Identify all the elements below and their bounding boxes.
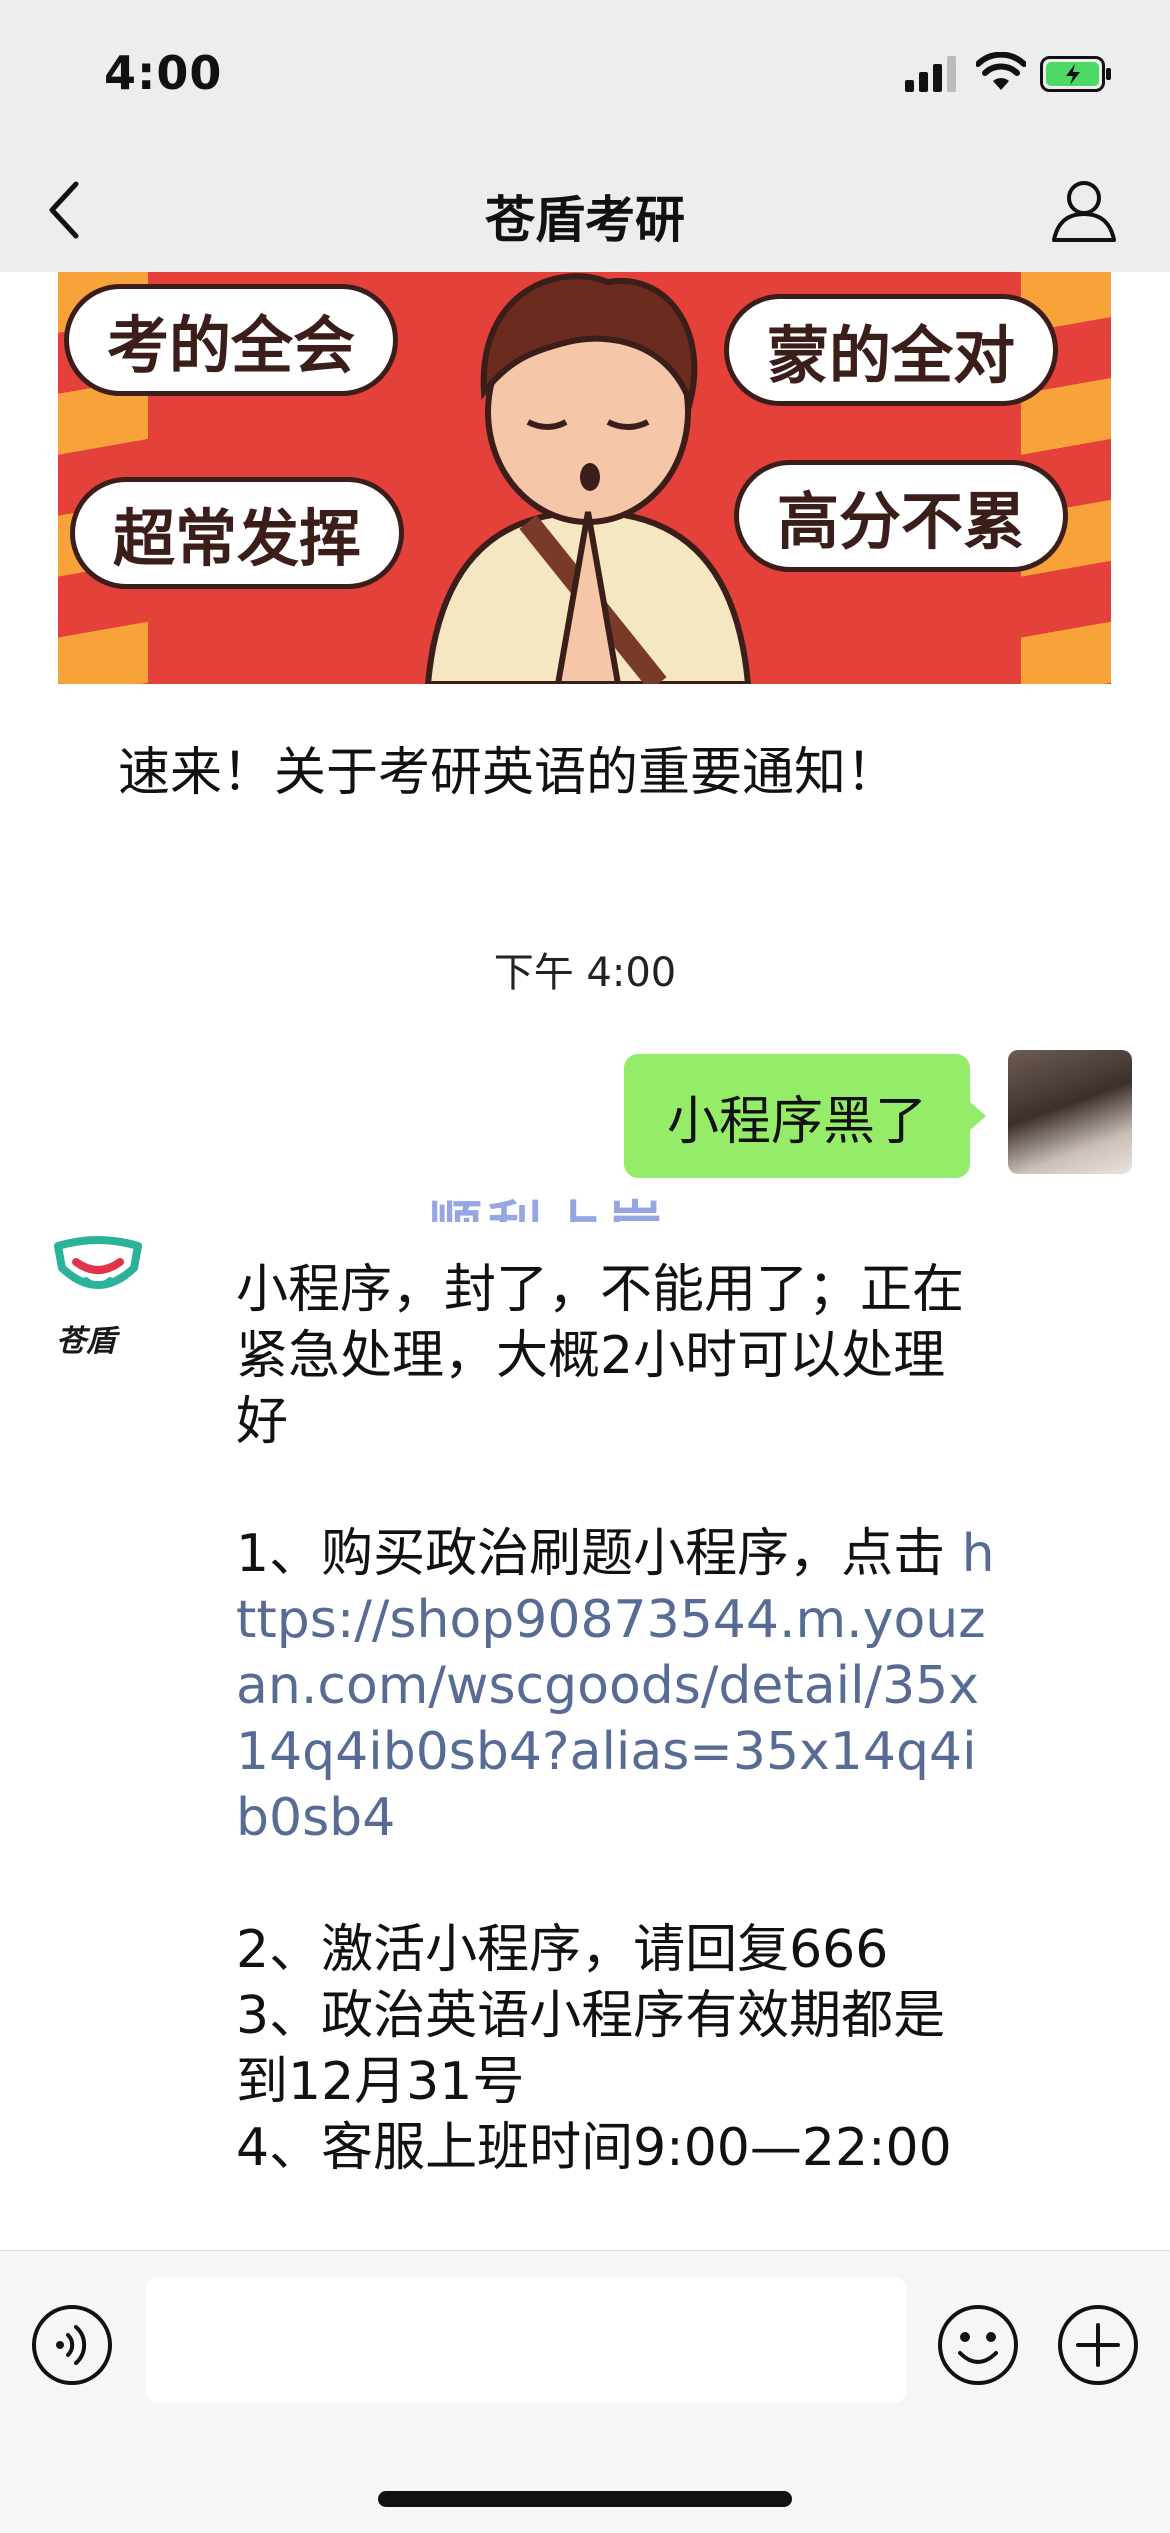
- wifi-icon: [976, 52, 1026, 90]
- nav-bar: 苍盾考研: [0, 150, 1170, 273]
- person-illustration: [424, 273, 752, 684]
- battery-icon: [1040, 56, 1111, 92]
- brand-avatar[interactable]: 苍盾: [36, 1232, 160, 1359]
- banner-label: 蒙的全对: [724, 294, 1059, 406]
- message-text: 1、购买政治刷题小程序，点击: [236, 1524, 946, 1584]
- emoji-icon[interactable]: [936, 2303, 1020, 2387]
- watermark: 顺利上岸: [428, 1182, 668, 1222]
- incoming-message[interactable]: 小程序，封了，不能用了；正在紧急处理，大概2小时可以处理好 1、购买政治刷题小程…: [236, 1257, 996, 2181]
- voice-icon[interactable]: [30, 2303, 114, 2387]
- message-text: 1、购买政治刷题小程序，点击 https://shop90873544.m.yo…: [236, 1521, 996, 1851]
- article-card[interactable]: 考的全会 蒙的全对 超常发挥 高分不累 速来！关于考研英语的重要通知！: [58, 272, 1111, 822]
- shield-logo-icon: [54, 1236, 142, 1289]
- outgoing-message[interactable]: 小程序黑了: [624, 1054, 986, 1178]
- message-text: 3、政治英语小程序有效期都是到12月31号: [236, 1986, 946, 2112]
- page-title: 苍盾考研: [485, 191, 685, 249]
- brand-name: 苍盾: [56, 1324, 116, 1359]
- status-bar: 4:00: [0, 0, 1170, 150]
- signal-icon: [905, 56, 956, 92]
- avatar[interactable]: [1008, 1050, 1132, 1174]
- message-text: 小程序，封了，不能用了；正在紧急处理，大概2小时可以处理好: [236, 1260, 965, 1452]
- home-indicator: [378, 2491, 792, 2507]
- plus-icon[interactable]: [1056, 2303, 1140, 2387]
- input-bar: [0, 2250, 1170, 2533]
- status-time: 4:00: [104, 46, 223, 100]
- article-banner: 考的全会 蒙的全对 超常发挥 高分不累: [58, 272, 1111, 684]
- message-text: 4、客服上班时间9:00—22:00: [236, 2118, 952, 2178]
- chat-area: 考的全会 蒙的全对 超常发挥 高分不累 速来！关于考研英语的重要通知！ 下午 4…: [0, 272, 1170, 2250]
- message-input[interactable]: [146, 2277, 906, 2403]
- article-title: 速来！关于考研英语的重要通知！: [118, 743, 899, 803]
- banner-label: 考的全会: [64, 284, 399, 396]
- person-icon[interactable]: [1050, 176, 1118, 244]
- time-divider: 下午 4:00: [493, 950, 677, 996]
- banner-label: 高分不累: [734, 460, 1069, 572]
- banner-label: 超常发挥: [70, 477, 405, 589]
- message-text: 2、激活小程序，请回复666: [236, 1920, 889, 1980]
